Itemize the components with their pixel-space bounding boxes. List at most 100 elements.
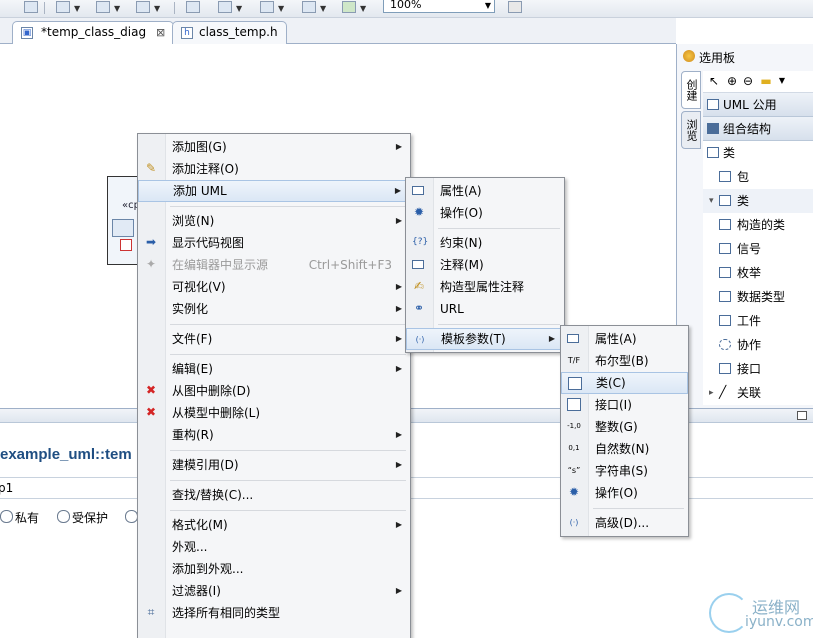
boolean-icon: T/F [567,356,581,365]
table-icon[interactable] [302,1,316,13]
layout-icon[interactable] [56,1,70,13]
minimize-icon[interactable] [797,411,807,420]
submenu-arrow-icon: ▶ [548,334,555,343]
zoom-in-icon[interactable]: ⊕ [725,74,739,88]
palette-item-artifact[interactable]: 工件 [703,309,813,333]
menu-item-comment[interactable]: 注释(M) [406,254,564,276]
chevron-down-icon[interactable]: ▼ [74,4,80,13]
palette-panel: 选用板 创建 浏览 ↖ ⊕ ⊖ ▬ ▼ UML 公用 组合结构 类 包 ▾ 类 … [676,44,813,408]
menu-item-string[interactable]: “s” 字符串(S) [561,460,688,482]
zoom-out-icon[interactable]: ⊖ [741,74,755,88]
operation-icon: ✹ [413,205,425,219]
menu-item-modeling-references[interactable]: 建模引用(D) ▶ [138,454,410,476]
chevron-down-icon[interactable]: ▼ [154,4,160,13]
palette-drawer-composite[interactable]: 组合结构 [703,117,813,141]
chevron-down-icon[interactable]: ▼ [114,4,120,13]
menu-item-delete-from-diagram[interactable]: ✖ 从图中删除(D) [138,380,410,402]
menu-item-refactor[interactable]: 重构(R) ▶ [138,424,410,446]
menu-separator [138,476,410,484]
palette-item-collaboration[interactable]: 协作 [703,333,813,357]
tab-temp-class-diag[interactable]: ▣ *temp_class_diag ⊠ [12,21,175,44]
menu-item-stereotype-comment[interactable]: ✍ 构造型属性注释 [406,276,564,298]
menu-item-operation[interactable]: ✹ 操作(O) [406,202,564,224]
menu-item-instantiate[interactable]: 实例化 ▶ [138,298,410,320]
menu-separator [406,224,564,232]
chevron-down-icon[interactable]: ▼ [360,4,366,13]
table-icon[interactable] [260,1,274,13]
menu-item-appearance[interactable]: 外观... [138,536,410,558]
menu-item-add-uml[interactable]: 添加 UML ▶ [138,180,410,202]
chevron-down-icon[interactable]: ▼ [775,74,789,88]
note-icon[interactable]: ▬ [759,74,773,88]
menu-item-visualize[interactable]: 可视化(V) ▶ [138,276,410,298]
menu-item-select-same-type[interactable]: ⌗ 选择所有相同的类型 [138,602,410,624]
align-icon[interactable] [96,1,110,13]
chevron-down-icon[interactable]: ▼ [236,4,242,13]
box-icon[interactable] [218,1,232,13]
menu-item-url[interactable]: ⚭ URL [406,298,564,320]
close-icon[interactable]: ⊠ [156,26,165,39]
menu-item-template-parameter[interactable]: (·) 模板参数(T) ▶ [406,328,564,350]
palette-drawer-uml-common[interactable]: UML 公用 [703,93,813,117]
comment-icon [412,260,424,269]
palette-item-structured-class[interactable]: 构造的类 [703,213,813,237]
menu-item-advanced[interactable]: (·) 高级(D)... [561,512,688,534]
menu-item-label: 添加到外观... [172,562,244,576]
menu-item-natural[interactable]: 0,1 自然数(N) [561,438,688,460]
menu-item-constraint[interactable]: {?} 约束(N) [406,232,564,254]
menu-item-edit[interactable]: 编辑(E) ▶ [138,358,410,380]
uml-class-shape[interactable]: «cp [107,176,141,265]
tab-class-temp-h[interactable]: h class_temp.h [172,21,287,44]
palette-item-interface[interactable]: 接口 [703,357,813,381]
menu-item-show-code-view[interactable]: ➡ 显示代码视图 [138,232,410,254]
save-icon[interactable] [24,1,38,13]
menu-item-find-replace[interactable]: 查找/替换(C)... [138,484,410,506]
menu-item-label: 自然数(N) [595,442,650,456]
class-icon [568,377,582,390]
menu-item-operation[interactable]: ✹ 操作(O) [561,482,688,504]
menu-item-attribute[interactable]: 属性(A) [561,328,688,350]
menu-item-browse[interactable]: 浏览(N) ▶ [138,210,410,232]
expand-arrow-icon[interactable]: ▾ [709,189,714,213]
constraint-icon: {?} [412,237,429,247]
menu-item-integer[interactable]: -1,0 整数(G) [561,416,688,438]
palette-item-package[interactable]: 包 [703,165,813,189]
palette-item-class[interactable]: 类 [703,141,813,165]
tab-browse[interactable]: 浏览 [681,111,701,149]
header-file-icon: h [181,27,193,39]
radio-label: 私有 [15,511,40,525]
menu-item-interface[interactable]: 接口(I) [561,394,688,416]
menu-item-add-note[interactable]: ✎ 添加注释(O) [138,158,410,180]
menu-item-add-to-appearance[interactable]: 添加到外观... [138,558,410,580]
radio-private[interactable]: 私有 [0,509,39,526]
pointer-icon[interactable]: ↖ [707,74,721,88]
palette-item-association[interactable]: ▸ ╱ 关联 [703,381,813,405]
menu-item-attribute[interactable]: 属性(A) [406,180,564,202]
distribute-icon[interactable] [136,1,150,13]
menu-item-delete-from-model[interactable]: ✖ 从模型中删除(L) [138,402,410,424]
palette-item-signal[interactable]: 信号 [703,237,813,261]
palette-item-class-group[interactable]: ▾ 类 [703,189,813,213]
select-icon[interactable] [186,1,200,13]
menu-item-format[interactable]: 格式化(M) ▶ [138,514,410,536]
submenu-arrow-icon: ▶ [395,142,402,151]
chevron-down-icon[interactable]: ▼ [320,4,326,13]
tab-create[interactable]: 创建 [681,71,701,109]
radio-protected[interactable]: 受保护 [57,509,108,526]
menu-item-add-diagram[interactable]: 添加图(G) ▶ [138,136,410,158]
signal-icon [719,243,731,254]
chevron-down-icon[interactable]: ▼ [485,0,491,13]
menu-item-filters[interactable]: 过滤器(I) ▶ [138,580,410,602]
expand-arrow-icon[interactable]: ▸ [709,381,714,405]
menu-item-class[interactable]: 类(C) [561,372,688,394]
menu-item-file[interactable]: 文件(F) ▶ [138,328,410,350]
chevron-down-icon[interactable]: ▼ [278,4,284,13]
menu-item-boolean[interactable]: T/F 布尔型(B) [561,350,688,372]
zoom-select[interactable]: 100% ▼ [383,0,495,13]
palette-item-enum[interactable]: 枚举 [703,261,813,285]
pin-icon[interactable] [508,1,522,13]
people-icon[interactable] [342,1,356,13]
palette-item-datatype[interactable]: 数据类型 [703,285,813,309]
palette-item-label: 关联 [737,386,762,400]
menu-item-label: 约束(N) [440,236,483,250]
